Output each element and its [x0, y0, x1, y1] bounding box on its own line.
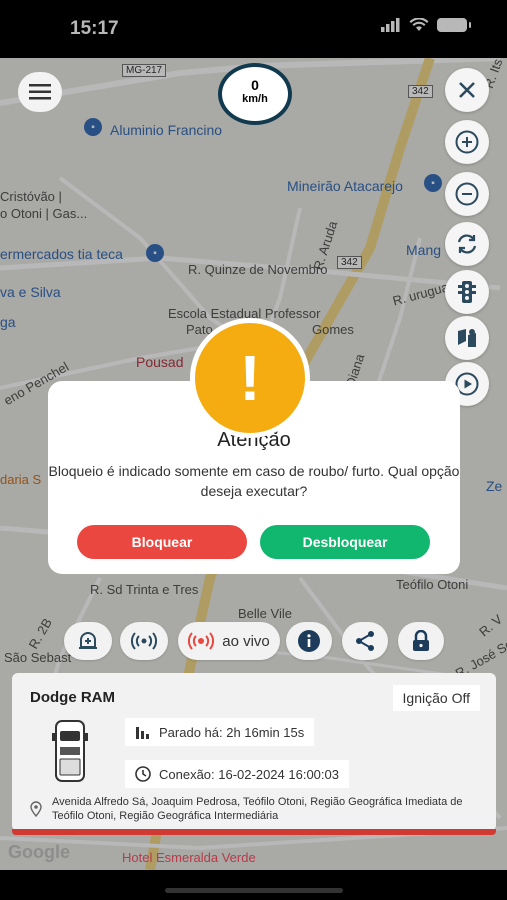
location-pin-icon [30, 801, 42, 817]
share-icon [356, 631, 374, 651]
lock-icon [413, 630, 429, 651]
traffic-button[interactable] [445, 270, 489, 314]
speed-unit: km/h [242, 93, 268, 105]
refresh-icon [457, 234, 477, 254]
ignition-status: Ignição Off [392, 685, 480, 711]
exclamation-icon: ! [195, 323, 305, 433]
zoom-out-button[interactable] [445, 172, 489, 216]
live-broadcast-icon [188, 632, 215, 650]
zoom-in-button[interactable] [445, 120, 489, 164]
info-icon [298, 630, 320, 652]
bell-plus-icon [79, 632, 97, 649]
poi-hotel[interactable]: Hotel Esmeralda Verde [122, 850, 256, 865]
vehicle-name: Dodge RAM [30, 689, 115, 706]
plus-icon [455, 130, 479, 154]
warning-badge-circle: ! [190, 318, 310, 438]
vehicle-panel: Dodge RAM Ignição Off Parado há: 2h 16mi… [12, 673, 496, 831]
connection-row: Conexão: 16-02-2024 16:00:03 [125, 760, 349, 788]
speedometer: 0 km/h [218, 63, 292, 125]
panel-accent-bar [12, 829, 496, 835]
broadcast-icon [131, 632, 157, 650]
speed-value: 0 [251, 77, 259, 93]
connection-text: Conexão: 16-02-2024 16:00:03 [159, 766, 339, 782]
share-button[interactable] [342, 622, 388, 660]
stopped-text: Parado há: 2h 16min 15s [159, 724, 305, 740]
vehicle-address: Avenida Alfredo Sá, Joaquim Pedrosa, Teó… [52, 796, 463, 822]
hamburger-icon [29, 84, 51, 100]
info-button[interactable] [286, 622, 332, 660]
menu-button[interactable] [18, 72, 62, 112]
car-icon [52, 720, 88, 782]
live-label: ao vivo [222, 632, 270, 650]
signal-button[interactable] [120, 622, 168, 660]
close-button[interactable] [445, 68, 489, 112]
lock-button[interactable] [398, 622, 444, 660]
map-layers-icon [458, 329, 476, 347]
clock-icon [135, 766, 151, 782]
alert-button[interactable] [64, 622, 112, 660]
minus-icon [455, 182, 479, 206]
warning-badge: ! [190, 318, 320, 438]
map-layers-button[interactable] [445, 316, 489, 360]
close-icon [459, 82, 475, 98]
traffic-light-icon [458, 281, 476, 303]
bar-chart-icon [136, 727, 149, 739]
home-indicator[interactable] [165, 888, 343, 893]
live-button[interactable]: ao vivo [178, 622, 280, 660]
refresh-button[interactable] [445, 222, 489, 266]
dialog-message: Bloqueio é indicado somente em caso de r… [48, 463, 460, 499]
google-logo: Google [8, 842, 70, 862]
unblock-button[interactable]: Desbloquear [260, 525, 430, 559]
stopped-row: Parado há: 2h 16min 15s [125, 718, 315, 746]
block-button[interactable]: Bloquear [77, 525, 247, 559]
